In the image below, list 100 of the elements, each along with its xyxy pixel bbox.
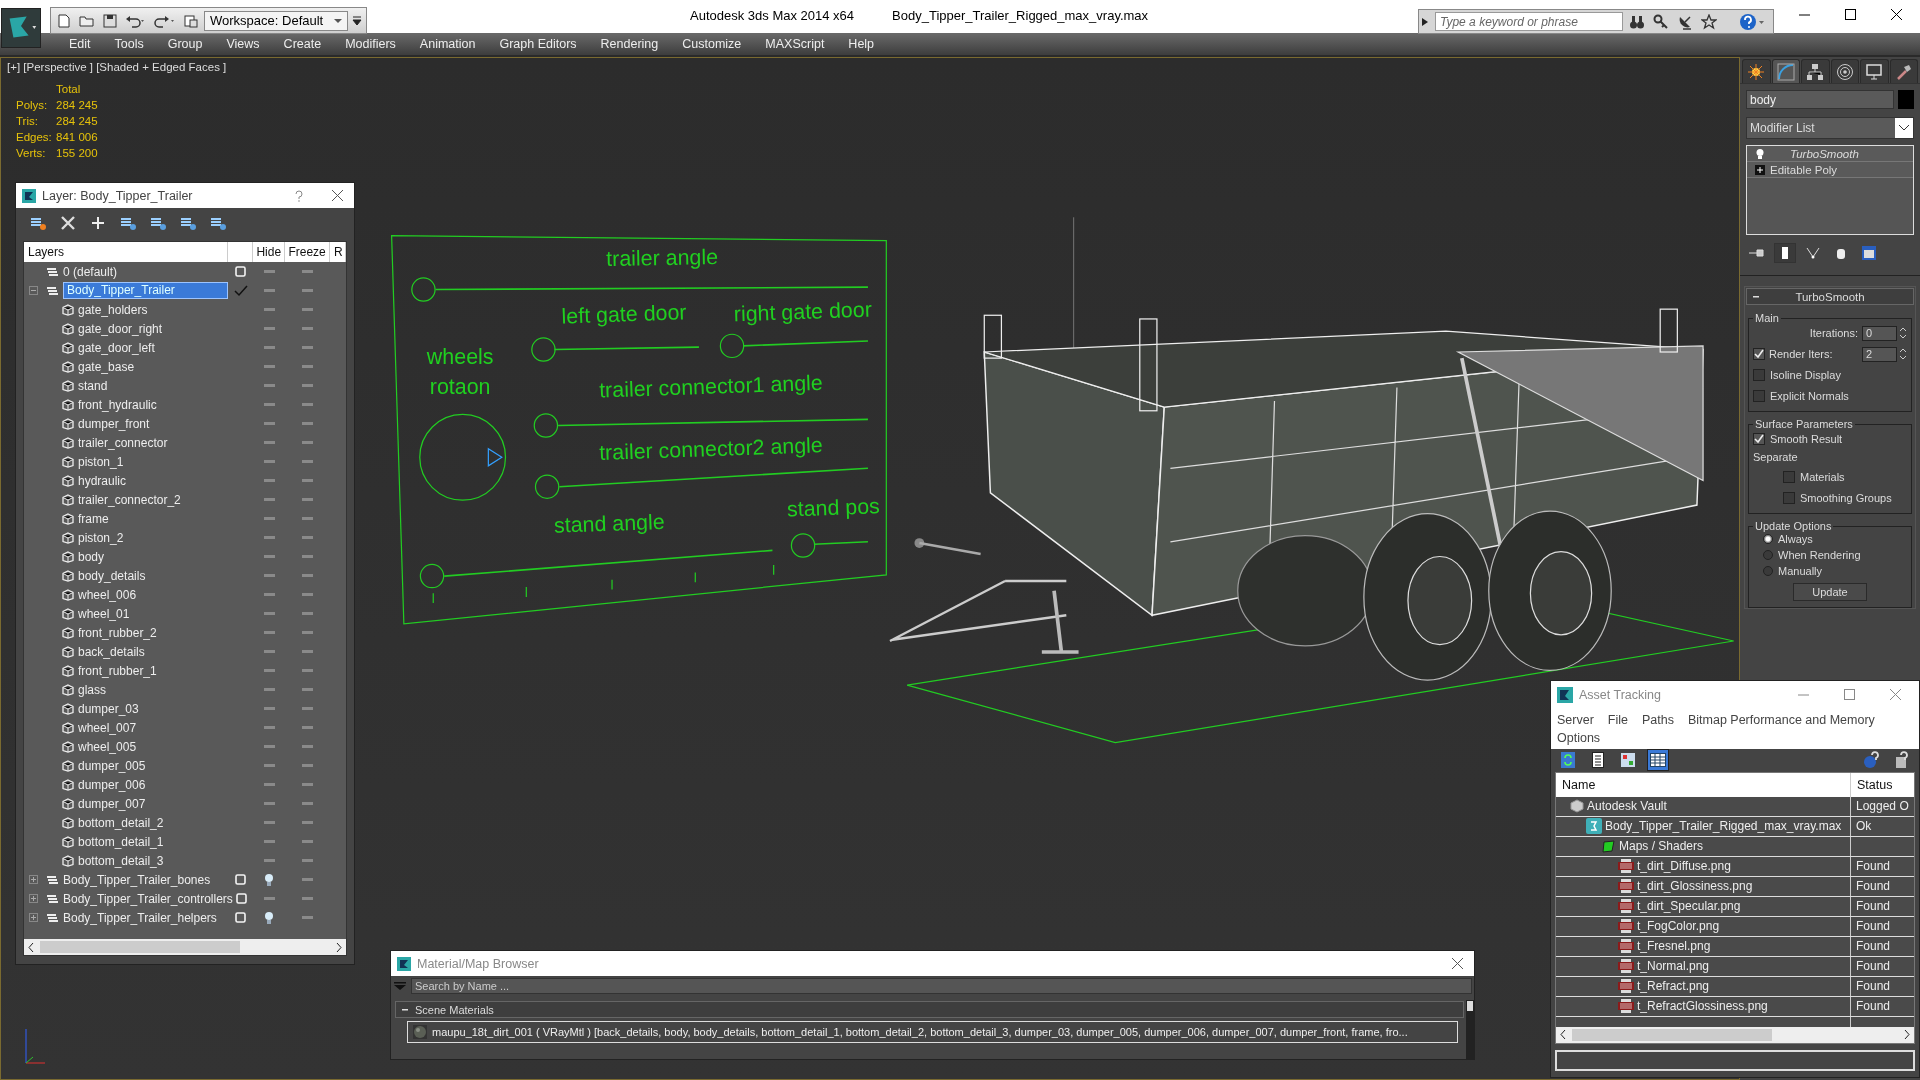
asset-name[interactable]: Autodesk Vault xyxy=(1587,799,1667,814)
show-end-result-button[interactable] xyxy=(1774,243,1796,263)
freeze-toggle[interactable] xyxy=(302,631,314,634)
menu-item[interactable]: File xyxy=(1607,713,1642,727)
checkbox[interactable] xyxy=(1753,348,1765,360)
horizontal-scrollbar[interactable] xyxy=(24,939,346,955)
checkmark-icon[interactable] xyxy=(233,284,248,297)
menu-item[interactable]: Help xyxy=(836,37,887,51)
asset-name[interactable]: t_dirt_Specular.png xyxy=(1637,899,1741,914)
object-name[interactable]: wheel_006 xyxy=(78,587,137,602)
object-name[interactable]: dumper_front xyxy=(78,416,150,431)
create-tab[interactable] xyxy=(1742,59,1771,83)
slider-handle[interactable] xyxy=(534,474,560,499)
column-header[interactable]: Freeze xyxy=(285,242,331,262)
section-header[interactable]: Scene Materials xyxy=(395,1001,1464,1018)
slider-handle[interactable] xyxy=(533,413,559,438)
hide-toggle[interactable] xyxy=(263,365,275,368)
hide-toggle[interactable] xyxy=(263,650,275,653)
collapse-icon[interactable] xyxy=(402,1008,408,1011)
freeze-toggle[interactable] xyxy=(302,289,314,292)
hide-toggle[interactable] xyxy=(263,707,275,710)
lightbulb-icon[interactable] xyxy=(264,872,275,887)
layer-name[interactable]: 0 (default) xyxy=(63,264,118,279)
menu-item[interactable]: Animation xyxy=(407,37,488,51)
search-field[interactable]: Search by Name ... xyxy=(411,978,1472,994)
object-name[interactable]: front_rubber_2 xyxy=(78,625,157,640)
hide-toggle[interactable] xyxy=(263,764,275,767)
menu-item[interactable]: Customize xyxy=(670,37,754,51)
menu-item[interactable]: Server xyxy=(1557,713,1608,727)
object-name[interactable]: piston_1 xyxy=(78,454,124,469)
vertical-scrollbar[interactable] xyxy=(1466,1000,1474,1059)
freeze-toggle[interactable] xyxy=(302,346,314,349)
search-field[interactable]: Type a keyword or phrase xyxy=(1435,12,1623,31)
menu-item[interactable]: Modifiers xyxy=(333,37,408,51)
freeze-toggle[interactable] xyxy=(302,669,314,672)
hide-toggle[interactable] xyxy=(263,517,275,520)
freeze-toggle[interactable] xyxy=(302,821,314,824)
hide-toggle[interactable] xyxy=(263,745,275,748)
scroll-left-icon[interactable] xyxy=(1560,1030,1566,1040)
expand-icon[interactable] xyxy=(1755,164,1765,175)
object-name[interactable]: front_hydraulic xyxy=(78,397,157,412)
freeze-toggle[interactable] xyxy=(302,802,314,805)
radio-button[interactable] xyxy=(1763,565,1773,576)
checkbox[interactable] xyxy=(1753,390,1765,402)
hide-toggle[interactable] xyxy=(263,422,275,425)
column-header[interactable]: Name xyxy=(1556,772,1851,797)
set-current-icon[interactable] xyxy=(235,893,247,904)
freeze-toggle[interactable] xyxy=(302,479,314,482)
scroll-left-icon[interactable] xyxy=(28,942,34,952)
menu-item[interactable]: Rendering xyxy=(588,37,671,51)
object-name[interactable]: bottom_detail_3 xyxy=(78,853,164,868)
object-name[interactable]: bottom_detail_1 xyxy=(78,834,164,849)
hide-toggle[interactable] xyxy=(263,346,275,349)
hide-toggle[interactable] xyxy=(263,441,275,444)
freeze-toggle[interactable] xyxy=(302,498,314,501)
object-name[interactable]: front_rubber_1 xyxy=(78,663,157,678)
hide-toggle[interactable] xyxy=(263,593,275,596)
hierarchy-tab[interactable] xyxy=(1801,59,1830,83)
freeze-toggle[interactable] xyxy=(302,707,314,710)
object-name[interactable]: dumper_03 xyxy=(78,701,139,716)
hide-toggle[interactable] xyxy=(263,555,275,558)
menu-item[interactable]: MAXScript xyxy=(753,37,837,51)
horizontal-scrollbar[interactable] xyxy=(1556,1026,1914,1043)
radio-button[interactable] xyxy=(1763,549,1773,560)
menu-item[interactable]: Views xyxy=(214,37,272,51)
freeze-toggle[interactable] xyxy=(302,859,314,862)
menu-item[interactable]: Options xyxy=(1557,731,1615,745)
app-logo-icon[interactable] xyxy=(1,8,41,48)
hide-toggle[interactable] xyxy=(263,612,275,615)
hide-toggle[interactable] xyxy=(263,783,275,786)
freeze-toggle[interactable] xyxy=(302,536,314,539)
object-name[interactable]: body xyxy=(78,549,105,564)
object-name[interactable]: dumper_007 xyxy=(78,796,146,811)
menu-item[interactable]: Paths xyxy=(1642,713,1688,727)
menu-item[interactable]: Group xyxy=(155,37,215,51)
hide-toggle[interactable] xyxy=(263,403,275,406)
freeze-toggle[interactable] xyxy=(302,460,314,463)
rollout-header[interactable]: TurboSmooth xyxy=(1746,288,1914,305)
object-name[interactable]: piston_2 xyxy=(78,530,124,545)
hide-toggle[interactable] xyxy=(263,498,275,501)
slider-handle[interactable] xyxy=(419,563,445,589)
object-name[interactable]: glass xyxy=(78,682,106,697)
freeze-toggle[interactable] xyxy=(302,726,314,729)
object-name[interactable]: gate_door_left xyxy=(78,340,155,355)
freeze-toggle[interactable] xyxy=(302,403,314,406)
object-name[interactable]: gate_base xyxy=(78,359,135,374)
freeze-toggle[interactable] xyxy=(302,308,314,311)
asset-name[interactable]: t_FogColor.png xyxy=(1637,919,1720,934)
set-current-icon[interactable] xyxy=(235,266,247,277)
freeze-toggle[interactable] xyxy=(302,422,314,425)
caret-icon[interactable] xyxy=(334,17,342,24)
menu-item[interactable]: Create xyxy=(271,37,334,51)
star-icon[interactable] xyxy=(1699,11,1719,32)
object-name-field[interactable]: body xyxy=(1746,90,1894,109)
hide-toggle[interactable] xyxy=(263,308,275,311)
display-tab[interactable] xyxy=(1860,59,1889,83)
hide-toggle[interactable] xyxy=(263,726,275,729)
checkbox[interactable] xyxy=(1753,433,1765,445)
object-name[interactable]: dumper_005 xyxy=(78,758,146,773)
freeze-toggle[interactable] xyxy=(302,897,314,900)
